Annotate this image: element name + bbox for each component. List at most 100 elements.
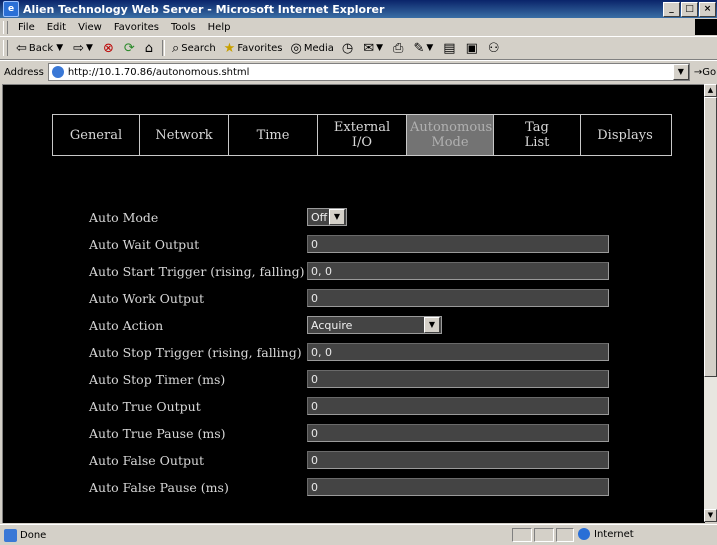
maximize-button[interactable]: □: [681, 2, 698, 17]
close-button[interactable]: ×: [699, 2, 716, 17]
go-button[interactable]: →Go: [694, 67, 716, 78]
media-button[interactable]: ◎ Media: [286, 41, 337, 56]
vertical-scrollbar[interactable]: ▲ ▼: [704, 84, 717, 522]
refresh-button[interactable]: ⟳: [120, 41, 141, 56]
favorites-button[interactable]: ★ Favorites: [220, 41, 287, 56]
history-icon: ◷: [341, 40, 354, 56]
form-row-auto-action: Auto Action Acquire ▼: [89, 315, 442, 335]
auto-start-trigger-input[interactable]: 0, 0: [307, 262, 609, 280]
form-row-auto-work-output: Auto Work Output 0: [89, 288, 609, 308]
form-row-auto-stop-timer: Auto Stop Timer (ms) 0: [89, 369, 609, 389]
scroll-up-icon[interactable]: ▲: [704, 84, 717, 97]
chevron-down-icon: ▼: [424, 317, 440, 333]
auto-true-output-input[interactable]: 0: [307, 397, 609, 415]
toolbar-grip: [3, 40, 8, 56]
menu-help[interactable]: Help: [202, 22, 237, 33]
tab-general[interactable]: General: [53, 115, 140, 155]
tab-network[interactable]: Network: [140, 115, 229, 155]
form-row-auto-true-output: Auto True Output 0: [89, 396, 609, 416]
form-row-auto-false-pause: Auto False Pause (ms) 0: [89, 477, 609, 497]
mail-button[interactable]: ✉ ▼: [359, 41, 389, 56]
auto-wait-output-label: Auto Wait Output: [89, 236, 200, 252]
status-area: Done: [4, 528, 47, 542]
home-icon: ⌂: [144, 40, 154, 56]
security-zone: Internet: [578, 528, 634, 540]
back-button[interactable]: ⇦ Back ▼: [12, 41, 69, 56]
tab-tag-list[interactable]: Tag List: [494, 115, 581, 155]
auto-true-pause-input[interactable]: 0: [307, 424, 609, 442]
auto-action-select[interactable]: Acquire ▼: [307, 316, 442, 334]
auto-false-output-label: Auto False Output: [89, 452, 205, 468]
research-button[interactable]: ▣: [462, 41, 484, 56]
tab-external-io-label: External I/O: [333, 120, 391, 150]
auto-work-output-input[interactable]: 0: [307, 289, 609, 307]
page-icon: [51, 66, 64, 78]
auto-action-label: Auto Action: [89, 317, 164, 333]
home-button[interactable]: ⌂: [141, 41, 159, 56]
window-title: Alien Technology Web Server - Microsoft …: [23, 2, 385, 16]
mail-dropdown-icon[interactable]: ▼: [376, 43, 383, 53]
address-dropdown-icon[interactable]: ▼: [672, 64, 689, 80]
auto-stop-timer-input[interactable]: 0: [307, 370, 609, 388]
scroll-thumb[interactable]: [704, 97, 717, 377]
history-button[interactable]: ◷: [338, 41, 359, 56]
auto-false-pause-input[interactable]: 0: [307, 478, 609, 496]
go-label: Go: [702, 66, 717, 78]
auto-false-output-input[interactable]: 0: [307, 451, 609, 469]
mail-icon: ✉: [363, 40, 375, 56]
edit-button[interactable]: ✎ ▼: [409, 41, 439, 56]
menu-tools[interactable]: Tools: [165, 22, 202, 33]
back-dropdown-icon[interactable]: ▼: [56, 43, 63, 53]
back-arrow-icon: ⇦: [16, 40, 27, 56]
auto-stop-timer-label: Auto Stop Timer (ms): [89, 371, 226, 387]
messenger-icon: ⚇: [487, 40, 500, 56]
media-icon: ◎: [290, 40, 302, 56]
minimize-button[interactable]: _: [663, 2, 680, 17]
auto-false-pause-label: Auto False Pause (ms): [89, 479, 229, 495]
menu-bar: File Edit View Favorites Tools Help: [0, 18, 717, 37]
menu-view[interactable]: View: [72, 22, 108, 33]
zone-label: Internet: [594, 528, 634, 540]
menu-edit[interactable]: Edit: [41, 22, 72, 33]
internet-globe-icon: [578, 528, 590, 540]
refresh-icon: ⟳: [123, 40, 135, 56]
auto-stop-trigger-input[interactable]: 0, 0: [307, 343, 609, 361]
auto-mode-label: Auto Mode: [89, 209, 159, 225]
search-button[interactable]: ⌕ Search: [168, 41, 220, 56]
favorites-label: Favorites: [237, 42, 283, 54]
discuss-button[interactable]: ▤: [439, 41, 461, 56]
standard-toolbar: ⇦ Back ▼ ⇨ ▼ ⊗ ⟳ ⌂ ⌕ Search ★ Favorites ◎ Medi…: [0, 37, 717, 60]
menu-file[interactable]: File: [12, 22, 41, 33]
forward-dropdown-icon[interactable]: ▼: [86, 43, 93, 53]
address-bar: Address http://10.1.70.86/autonomous.sht…: [0, 60, 717, 83]
menu-favorites[interactable]: Favorites: [108, 22, 165, 33]
messenger-button[interactable]: ⚇: [484, 41, 506, 56]
form-row-auto-wait-output: Auto Wait Output 0: [89, 234, 609, 254]
toolbar-separator: [162, 40, 166, 56]
auto-mode-select[interactable]: Off ▼: [307, 208, 347, 226]
tab-external-io[interactable]: External I/O: [318, 115, 407, 155]
stop-button[interactable]: ⊗: [99, 41, 120, 56]
auto-true-output-label: Auto True Output: [89, 398, 201, 414]
nav-tabs: General Network Time External I/O Autono…: [52, 114, 672, 156]
status-text: Done: [20, 529, 47, 541]
tab-time[interactable]: Time: [229, 115, 318, 155]
forward-arrow-icon: ⇨: [73, 40, 85, 56]
tab-displays[interactable]: Displays: [581, 115, 669, 155]
window-titlebar: e Alien Technology Web Server - Microsof…: [0, 0, 717, 18]
auto-work-output-label: Auto Work Output: [89, 290, 205, 306]
tab-autonomous-mode[interactable]: Autonomous Mode: [407, 115, 494, 155]
form-row-auto-mode: Auto Mode Off ▼: [89, 207, 347, 227]
address-input[interactable]: http://10.1.70.86/autonomous.shtml ▼: [47, 63, 690, 81]
print-icon: ⎙: [393, 40, 404, 56]
edit-dropdown-icon[interactable]: ▼: [426, 43, 433, 53]
status-panel: [512, 528, 532, 542]
scroll-down-icon[interactable]: ▼: [704, 509, 717, 522]
auto-wait-output-input[interactable]: 0: [307, 235, 609, 253]
auto-mode-value: Off: [311, 210, 328, 224]
address-label: Address: [4, 66, 44, 78]
forward-button[interactable]: ⇨ ▼: [69, 41, 99, 56]
auto-stop-trigger-label: Auto Stop Trigger (rising, falling): [89, 344, 302, 360]
print-button[interactable]: ⎙: [389, 41, 409, 56]
page-content: General Network Time External I/O Autono…: [2, 84, 705, 523]
